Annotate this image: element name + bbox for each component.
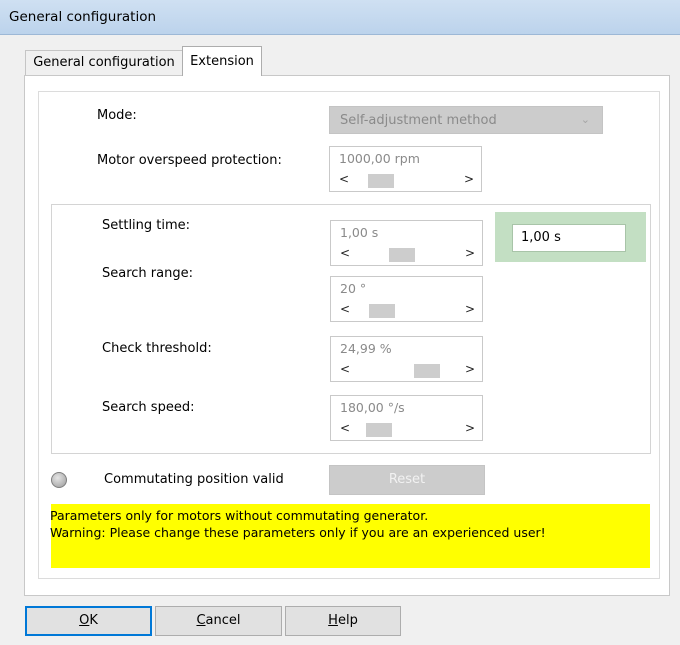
scroll-right-icon[interactable]: > <box>465 421 475 435</box>
ok-button[interactable]: OK <box>25 606 152 636</box>
scroll-left-icon[interactable]: < <box>340 362 350 376</box>
scroll-thumb[interactable] <box>389 248 415 262</box>
reset-button[interactable]: Reset <box>329 465 485 495</box>
scroll-left-icon[interactable]: < <box>340 421 350 435</box>
title-bar: General configuration <box>0 0 680 35</box>
tab-extension[interactable]: Extension <box>182 46 262 76</box>
scroll-left-icon[interactable]: < <box>339 172 349 186</box>
scroll-right-icon[interactable]: > <box>464 172 474 186</box>
settling-display-panel: 1,00 s <box>495 212 646 262</box>
overspeed-spinner[interactable]: 1000,00 rpm < > <box>329 146 482 192</box>
settling-label: Settling time: <box>102 218 191 233</box>
help-accelerator: H <box>328 613 338 628</box>
chevron-down-icon: ⌄ <box>580 113 590 126</box>
cancel-button[interactable]: Cancel <box>155 606 282 636</box>
check-threshold-scrollbar[interactable]: < > <box>334 362 479 378</box>
overspeed-scrollbar[interactable]: < > <box>333 172 478 188</box>
ok-label-rest: K <box>89 613 98 628</box>
scroll-right-icon[interactable]: > <box>465 362 475 376</box>
commutating-label: Commutating position valid <box>104 472 284 487</box>
settling-display-field[interactable]: 1,00 s <box>512 224 626 252</box>
scroll-thumb[interactable] <box>366 423 392 437</box>
tab-general-configuration[interactable]: General configuration <box>25 50 183 75</box>
status-led-icon <box>51 472 67 488</box>
search-speed-spinner[interactable]: 180,00 °/s < > <box>330 395 483 441</box>
search-speed-label: Search speed: <box>102 400 195 415</box>
cancel-label-rest: ancel <box>205 613 241 628</box>
search-speed-scrollbar[interactable]: < > <box>334 421 479 437</box>
overspeed-value: 1000,00 rpm <box>339 151 420 166</box>
scroll-right-icon[interactable]: > <box>465 302 475 316</box>
search-range-label: Search range: <box>102 266 193 281</box>
settling-scrollbar[interactable]: < > <box>334 246 479 262</box>
overspeed-label: Motor overspeed protection: <box>97 153 282 168</box>
check-threshold-label: Check threshold: <box>102 341 212 356</box>
help-button[interactable]: Help <box>285 606 401 636</box>
search-range-value: 20 ° <box>340 281 367 296</box>
scroll-left-icon[interactable]: < <box>340 246 350 260</box>
help-label-rest: elp <box>337 613 358 628</box>
warning-line-1: Parameters only for motors without commu… <box>50 508 429 523</box>
cancel-accelerator: C <box>196 613 206 628</box>
scroll-thumb[interactable] <box>414 364 440 378</box>
search-range-spinner[interactable]: 20 ° < > <box>330 276 483 322</box>
settling-spinner[interactable]: 1,00 s < > <box>330 220 483 266</box>
ok-accelerator: O <box>79 613 90 628</box>
warning-line-2: Warning: Please change these parameters … <box>50 525 546 540</box>
mode-select[interactable]: Self-adjustment method ⌄ <box>329 106 603 134</box>
check-threshold-value: 24,99 % <box>340 341 392 356</box>
search-speed-value: 180,00 °/s <box>340 400 405 415</box>
settling-value: 1,00 s <box>340 225 379 240</box>
window-title: General configuration <box>9 9 157 25</box>
search-range-scrollbar[interactable]: < > <box>334 302 479 318</box>
warning-box: Parameters only for motors without commu… <box>50 504 650 568</box>
mode-label: Mode: <box>97 108 137 123</box>
scroll-right-icon[interactable]: > <box>465 246 475 260</box>
scroll-thumb[interactable] <box>368 174 394 188</box>
mode-value: Self-adjustment method <box>340 113 497 128</box>
scroll-thumb[interactable] <box>369 304 395 318</box>
scroll-left-icon[interactable]: < <box>340 302 350 316</box>
check-threshold-spinner[interactable]: 24,99 % < > <box>330 336 483 382</box>
settling-display-value: 1,00 s <box>521 230 561 245</box>
